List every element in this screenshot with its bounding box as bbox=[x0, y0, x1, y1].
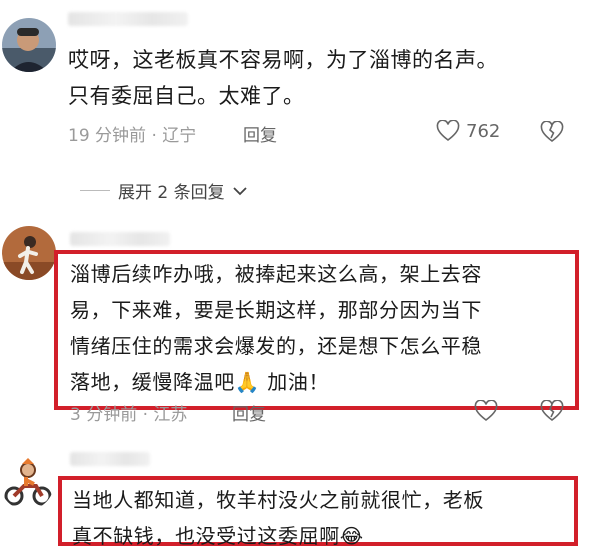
username-blurred bbox=[68, 12, 188, 26]
avatar[interactable] bbox=[2, 18, 56, 72]
divider-line bbox=[80, 190, 110, 191]
heart-icon[interactable] bbox=[474, 400, 498, 422]
comment-text: 哎呀，这老板真不容易啊，为了淄博的名声。 只有委屈自己。太难了。 bbox=[68, 48, 498, 108]
username-blurred bbox=[70, 232, 170, 246]
reply-button[interactable]: 回复 bbox=[232, 400, 266, 425]
avatar-runner-icon bbox=[2, 226, 56, 280]
comment-text: 淄博后续咋办哦，被捧起来这么高，架上去容 易，下来难，要是长期这样，那部分因为当… bbox=[70, 262, 482, 394]
like-button[interactable]: 762 bbox=[436, 120, 500, 142]
broken-heart-icon[interactable] bbox=[540, 400, 564, 422]
comment-text: 当地人都知道，牧羊村没火之前就很忙，老板 真不缺钱，也没受过这委屈啊😂 bbox=[72, 488, 484, 548]
reply-button[interactable]: 回复 bbox=[243, 121, 277, 146]
like-count: 762 bbox=[466, 120, 501, 142]
avatar[interactable] bbox=[2, 226, 56, 280]
broken-heart-icon[interactable] bbox=[540, 121, 564, 143]
comment-2: 淄博后续咋办哦，被捧起来这么高，架上去容 易，下来难，要是长期这样，那部分因为当… bbox=[0, 222, 600, 432]
username-blurred bbox=[70, 452, 150, 466]
expand-replies-button[interactable]: 展开 2 条回复 bbox=[80, 178, 247, 203]
avatar-motorcycle-icon bbox=[0, 456, 54, 510]
chevron-down-icon bbox=[232, 186, 247, 195]
avatar-man-icon bbox=[2, 18, 56, 72]
comment-3: 当地人都知道，牧羊村没火之前就很忙，老板 真不缺钱，也没受过这委屈啊😂 bbox=[0, 448, 600, 548]
comment-time-location: 19 分钟前 · 辽宁 bbox=[68, 126, 197, 146]
expand-replies-label: 展开 2 条回复 bbox=[118, 183, 225, 203]
heart-icon bbox=[436, 120, 460, 142]
comment-time-location: 3 分钟前 · 江苏 bbox=[70, 405, 188, 425]
avatar[interactable] bbox=[0, 456, 54, 510]
comment-1: 哎呀，这老板真不容易啊，为了淄博的名声。 只有委屈自己。太难了。 19 分钟前 … bbox=[0, 0, 600, 203]
